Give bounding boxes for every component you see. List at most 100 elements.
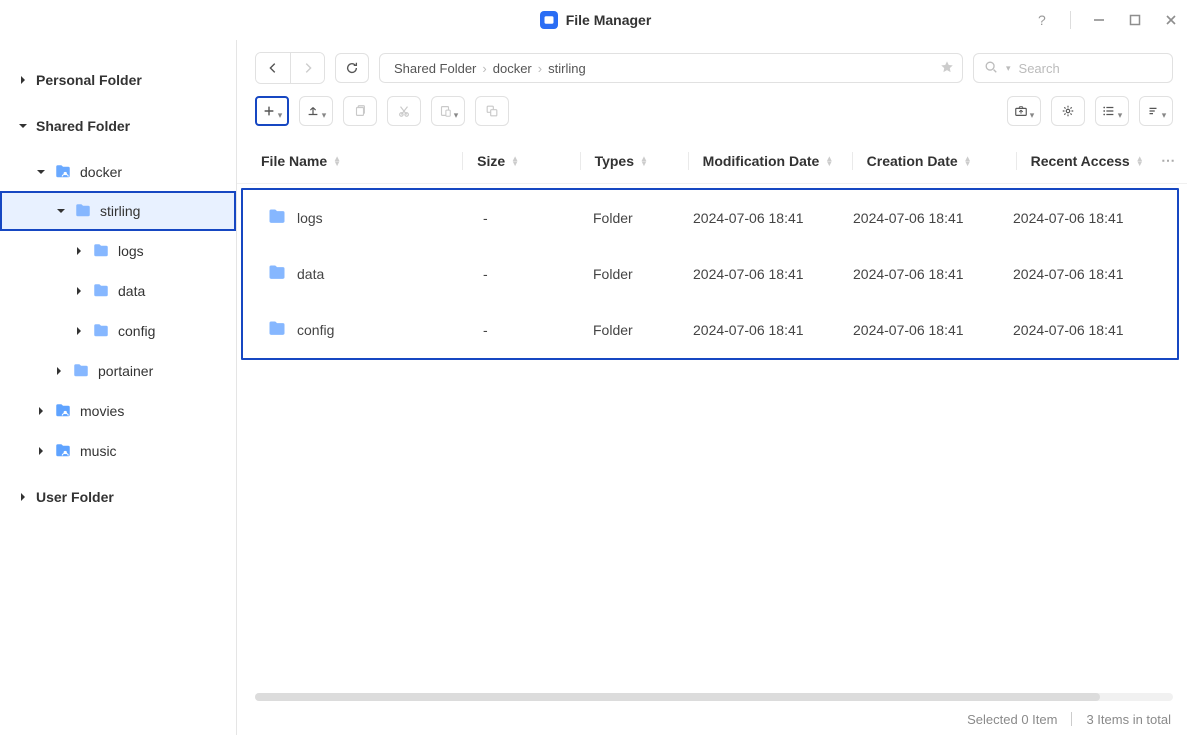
folder-icon [74,202,92,220]
table-row[interactable]: data - Folder 2024-07-06 18:41 2024-07-0… [243,246,1177,302]
search-box[interactable]: ▾ [973,53,1173,83]
caret-icon [72,284,86,298]
tree-node-data[interactable]: data [0,271,236,311]
tree-node-stirling[interactable]: stirling [0,191,236,231]
tree-node-movies[interactable]: movies [0,391,236,431]
col-header-modified[interactable]: Modification Date ▲▼ [703,153,852,169]
breadcrumb-item[interactable]: Shared Folder [388,61,482,76]
folder-icon [92,242,110,260]
caret-down-icon: ▾ [454,110,459,121]
upload-button[interactable]: ▾ [299,96,333,126]
table-row[interactable]: logs - Folder 2024-07-06 18:41 2024-07-0… [243,190,1177,246]
folder-share-icon [54,163,72,181]
col-label: Modification Date [703,153,820,169]
file-type: Folder [593,210,693,226]
file-created: 2024-07-06 18:41 [853,322,1013,338]
caret-icon [52,364,66,378]
sort-icon: ▲▼ [825,156,833,166]
window-minimize-button[interactable] [1091,12,1107,28]
breadcrumb: Shared Folder › docker › stirling [379,53,963,83]
copy-button[interactable] [343,96,377,126]
caret-icon [16,119,30,133]
view-mode-button[interactable]: ▾ [1095,96,1129,126]
status-selected: Selected 0 Item [967,712,1057,727]
folder-icon [267,207,287,230]
columns-more-button[interactable]: ⋯ [1161,152,1187,169]
tree-node-logs[interactable]: logs [0,231,236,271]
col-header-type[interactable]: Types ▲▼ [595,153,688,169]
file-table: File Name ▲▼ Size ▲▼ Types ▲▼ Modificati… [237,138,1191,689]
help-button[interactable]: ? [1034,12,1050,28]
tree-label: User Folder [36,489,114,505]
favorite-star-button[interactable] [940,60,954,77]
paste-button[interactable]: ▾ [431,96,465,126]
window-maximize-button[interactable] [1127,12,1143,28]
scrollbar-thumb[interactable] [255,693,1100,701]
nav-back-button[interactable] [256,53,290,83]
sort-icon: ▲▼ [1136,156,1144,166]
file-type: Folder [593,322,693,338]
settings-button[interactable] [1051,96,1085,126]
breadcrumb-item[interactable]: docker [487,61,538,76]
tree-root-user[interactable]: User Folder [0,477,236,517]
file-created: 2024-07-06 18:41 [853,210,1013,226]
cut-button[interactable] [387,96,421,126]
col-header-size[interactable]: Size ▲▼ [477,153,579,169]
col-label: File Name [261,153,327,169]
tree-label: logs [118,243,144,259]
tree-node-portainer[interactable]: portainer [0,351,236,391]
tree-node-docker[interactable]: docker [0,152,236,192]
refresh-button[interactable] [335,53,369,83]
sort-button[interactable]: ▾ [1139,96,1173,126]
caret-icon [54,204,68,218]
breadcrumb-item[interactable]: stirling [542,61,592,76]
col-header-accessed[interactable]: Recent Access ▲▼ [1031,153,1161,169]
file-name: data [297,266,324,282]
tree-root-shared[interactable]: Shared Folder [0,106,236,146]
caret-down-icon: ▾ [322,110,327,121]
folder-icon [72,362,90,380]
tree-label: Shared Folder [36,118,130,134]
app-title: File Manager [566,12,652,28]
sort-icon: ▲▼ [511,156,519,166]
tree-node-config[interactable]: config [0,311,236,351]
tree-node-music[interactable]: music [0,431,236,471]
app-icon [540,11,558,29]
col-label: Types [595,153,634,169]
caret-down-icon: ▾ [1162,110,1167,121]
col-label: Recent Access [1031,153,1130,169]
svg-text:?: ? [1038,12,1046,28]
duplicate-window-button[interactable] [475,96,509,126]
tree-label: data [118,283,145,299]
open-folder-button[interactable]: ▾ [1007,96,1041,126]
file-type: Folder [593,266,693,282]
caret-icon [34,444,48,458]
status-total: 3 Items in total [1086,712,1171,727]
tree-root-personal[interactable]: Personal Folder [0,60,236,100]
caret-down-icon: ▾ [278,110,283,121]
file-size: - [483,210,593,226]
caret-down-icon: ▾ [1118,110,1123,121]
toolbar-nav: Shared Folder › docker › stirling ▾ [237,40,1191,84]
new-button[interactable]: ▾ [255,96,289,126]
window-close-button[interactable] [1163,12,1179,28]
tree-label: Personal Folder [36,72,142,88]
table-row[interactable]: config - Folder 2024-07-06 18:41 2024-07… [243,302,1177,358]
folder-icon [92,282,110,300]
col-header-name[interactable]: File Name ▲▼ [237,153,462,169]
file-modified: 2024-07-06 18:41 [693,322,853,338]
nav-button-group [255,52,325,84]
nav-forward-button[interactable] [290,53,324,83]
col-label: Size [477,153,505,169]
col-header-created[interactable]: Creation Date ▲▼ [867,153,1016,169]
folder-share-icon [54,402,72,420]
search-input[interactable] [1019,61,1191,76]
divider [1070,11,1071,29]
horizontal-scrollbar[interactable] [255,693,1173,701]
folder-icon [92,322,110,340]
file-name: config [297,322,334,338]
caret-icon [16,73,30,87]
caret-icon [16,490,30,504]
file-rows-highlight: logs - Folder 2024-07-06 18:41 2024-07-0… [241,188,1179,360]
search-scope-dropdown[interactable]: ▾ [1006,63,1011,74]
